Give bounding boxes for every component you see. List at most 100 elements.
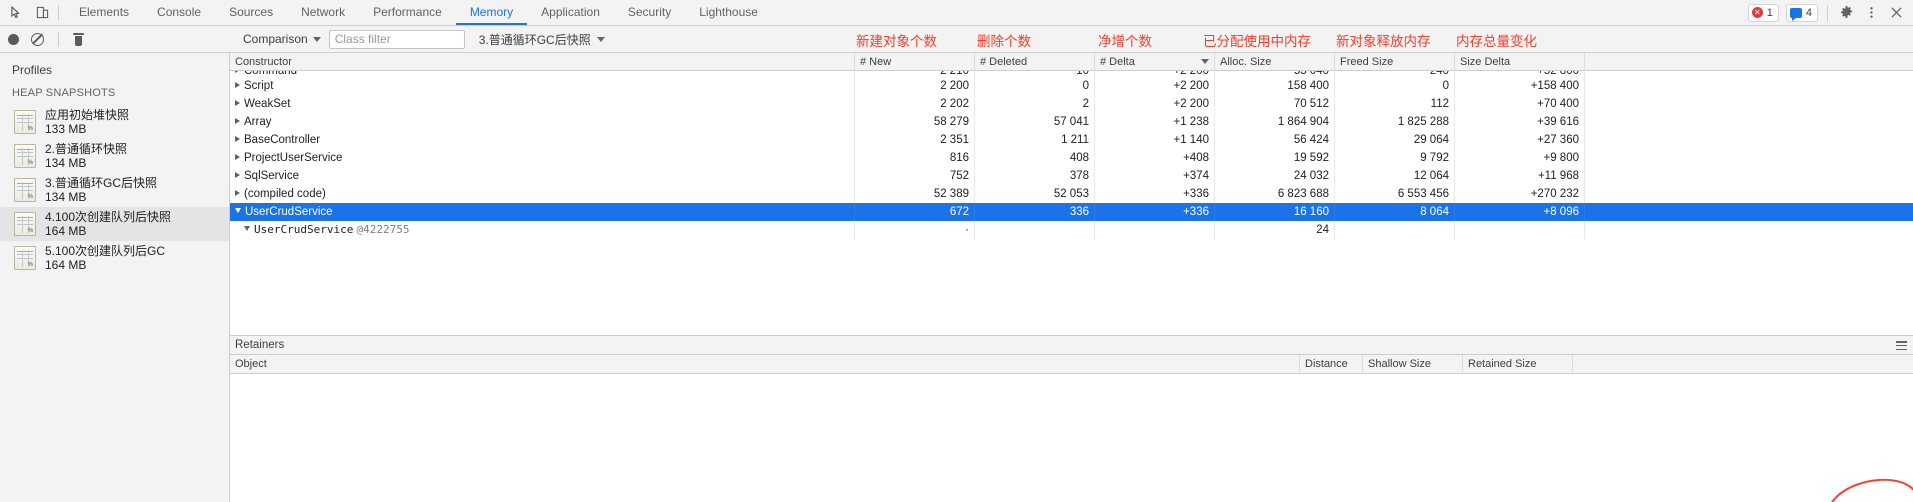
row-constructor: BaseController — [230, 131, 855, 149]
tab-security[interactable]: Security — [614, 0, 685, 25]
grid-header: Constructor # New # Deleted # Delta Allo… — [230, 53, 1913, 71]
cell-alloc-size: 24 032 — [1215, 167, 1335, 185]
expand-triangle-icon[interactable] — [235, 117, 240, 124]
cell-deleted: 336 — [975, 203, 1095, 221]
gear-icon[interactable] — [1837, 4, 1855, 22]
column-header-size-delta[interactable]: Size Delta — [1455, 53, 1585, 71]
devtools-tabs: Elements Console Sources Network Perform… — [65, 0, 772, 25]
devtools-tabbar: Elements Console Sources Network Perform… — [0, 0, 1913, 26]
column-header-constructor[interactable]: Constructor — [230, 53, 855, 71]
snapshot-item-2[interactable]: % 2.普通循环快照 134 MB — [0, 139, 229, 173]
device-toolbar-icon[interactable] — [34, 5, 50, 21]
cell-size-delta: +8 096 — [1455, 203, 1585, 221]
tab-memory[interactable]: Memory — [455, 0, 528, 25]
no-entry-icon[interactable] — [31, 32, 44, 46]
table-row-child[interactable]: UserCrudService @4222755 · 24 — [230, 221, 1913, 239]
table-row[interactable]: BaseController 2 351 1 211 +1 140 56 424… — [230, 131, 1913, 149]
column-header-delta[interactable]: # Delta — [1095, 53, 1215, 71]
table-row-selected[interactable]: UserCrudService 672 336 +336 16 160 8 06… — [230, 203, 1913, 221]
trash-icon[interactable] — [73, 32, 84, 46]
grid-rows: Command 2 210 10 +2 200 53 040 240 +52 8… — [230, 71, 1913, 335]
snapshot-size: 134 MB — [45, 156, 87, 170]
snapshot-item-3[interactable]: % 3.普通循环GC后快照 134 MB — [0, 173, 229, 207]
constructor-label: SqlService — [244, 170, 299, 182]
view-mode-label: Comparison — [243, 32, 308, 46]
snapshot-item-5[interactable]: % 5.100次创建队列后GC 164 MB — [0, 241, 229, 275]
expand-triangle-icon[interactable] — [235, 171, 240, 178]
base-snapshot-select[interactable]: 3.普通循环GC后快照 — [473, 31, 611, 48]
kebab-menu-icon[interactable] — [1862, 4, 1880, 22]
column-header-retained-size[interactable]: Retained Size — [1463, 354, 1573, 374]
tab-sources[interactable]: Sources — [215, 0, 287, 25]
tab-label: Elements — [79, 4, 130, 19]
column-header-freed-size[interactable]: Freed Size — [1335, 53, 1455, 71]
tab-performance[interactable]: Performance — [359, 0, 456, 25]
tab-application[interactable]: Application — [527, 0, 614, 25]
message-count-badge[interactable]: 4 — [1785, 3, 1818, 22]
snapshot-item-1[interactable]: % 应用初始堆快照 133 MB — [0, 105, 229, 139]
snapshot-icon: % — [14, 246, 36, 270]
snapshot-name: 3.普通循环GC后快照 — [45, 176, 158, 190]
snapshot-item-4[interactable]: % 4.100次创建队列后快照 164 MB — [0, 207, 229, 241]
column-header-distance[interactable]: Distance — [1300, 354, 1363, 374]
expand-triangle-icon[interactable] — [235, 99, 240, 106]
table-row[interactable]: Script 2 200 0 +2 200 158 400 0 +158 400 — [230, 77, 1913, 95]
snapshot-size: 164 MB — [45, 224, 87, 238]
expand-triangle-icon[interactable] — [235, 189, 240, 196]
row-constructor: ProjectUserService — [230, 149, 855, 167]
expand-triangle-icon[interactable] — [235, 135, 240, 142]
hamburger-menu-icon[interactable] — [1896, 341, 1907, 350]
tab-console[interactable]: Console — [143, 0, 215, 25]
table-row[interactable]: SqlService 752 378 +374 24 032 12 064 +1… — [230, 167, 1913, 185]
close-icon[interactable] — [1887, 4, 1905, 22]
retainers-panel: Retainers Object Distance Shallow Size R… — [230, 335, 1913, 502]
column-header-delta-label: # Delta — [1100, 55, 1135, 68]
column-header-shallow-size[interactable]: Shallow Size — [1363, 354, 1463, 374]
retainers-title-label: Retainers — [235, 339, 285, 351]
cell-delta: +336 — [1095, 203, 1215, 221]
tab-label: Console — [157, 4, 202, 19]
table-row[interactable]: ProjectUserService 816 408 +408 19 592 9… — [230, 149, 1913, 167]
expand-triangle-icon[interactable] — [235, 153, 240, 160]
table-row[interactable]: Array 58 279 57 041 +1 238 1 864 904 1 8… — [230, 113, 1913, 131]
tab-label: Lighthouse — [699, 4, 758, 19]
tab-elements[interactable]: Elements — [65, 0, 143, 25]
cell-deleted: 0 — [975, 77, 1095, 95]
snapshot-name: 2.普通循环快照 — [45, 142, 128, 156]
constructor-label: UserCrudService — [245, 206, 333, 218]
sidebar-section-heap-snapshots: HEAP SNAPSHOTS — [12, 87, 116, 99]
class-filter-input[interactable]: Class filter — [328, 29, 465, 49]
cell-alloc-size: 1 864 904 — [1215, 113, 1335, 131]
column-header-alloc-size[interactable]: Alloc. Size — [1215, 53, 1335, 71]
tab-label: Memory — [469, 4, 514, 19]
table-row[interactable]: (compiled code) 52 389 52 053 +336 6 823… — [230, 185, 1913, 203]
snapshot-text: 5.100次创建队列后GC 164 MB — [45, 244, 165, 272]
record-circle-icon[interactable] — [8, 33, 19, 45]
tab-network[interactable]: Network — [287, 0, 359, 25]
tab-label: Sources — [229, 4, 274, 19]
table-row[interactable]: WeakSet 2 202 2 +2 200 70 512 112 +70 40… — [230, 95, 1913, 113]
collapse-triangle-icon[interactable] — [235, 208, 241, 214]
tab-label: Performance — [373, 4, 442, 19]
cell-alloc-size: 56 424 — [1215, 131, 1335, 149]
cell-new: 672 — [855, 203, 975, 221]
cell-alloc-size: 19 592 — [1215, 149, 1335, 167]
class-filter-placeholder: Class filter — [334, 32, 391, 46]
snapshot-size: 164 MB — [45, 258, 87, 272]
column-header-new[interactable]: # New — [855, 53, 975, 71]
column-header-deleted[interactable]: # Deleted — [975, 53, 1095, 71]
expand-triangle-icon[interactable] — [235, 81, 240, 88]
expand-triangle-icon[interactable] — [235, 71, 240, 73]
annotation-circle-marker — [1822, 471, 1913, 502]
cell-delta: +336 — [1095, 185, 1215, 203]
snapshot-icon: % — [14, 144, 36, 168]
collapse-triangle-icon[interactable] — [244, 226, 250, 232]
tab-lighthouse[interactable]: Lighthouse — [685, 0, 772, 25]
view-mode-select[interactable]: Comparison — [235, 32, 329, 46]
constructor-label: (compiled code) — [244, 188, 326, 200]
error-count-badge[interactable]: ✕ 1 — [1747, 3, 1779, 22]
retainers-body — [230, 374, 1913, 502]
inspect-element-icon[interactable] — [8, 5, 24, 21]
cell-size-delta: +70 400 — [1455, 95, 1585, 113]
column-header-object[interactable]: Object — [230, 354, 1300, 374]
